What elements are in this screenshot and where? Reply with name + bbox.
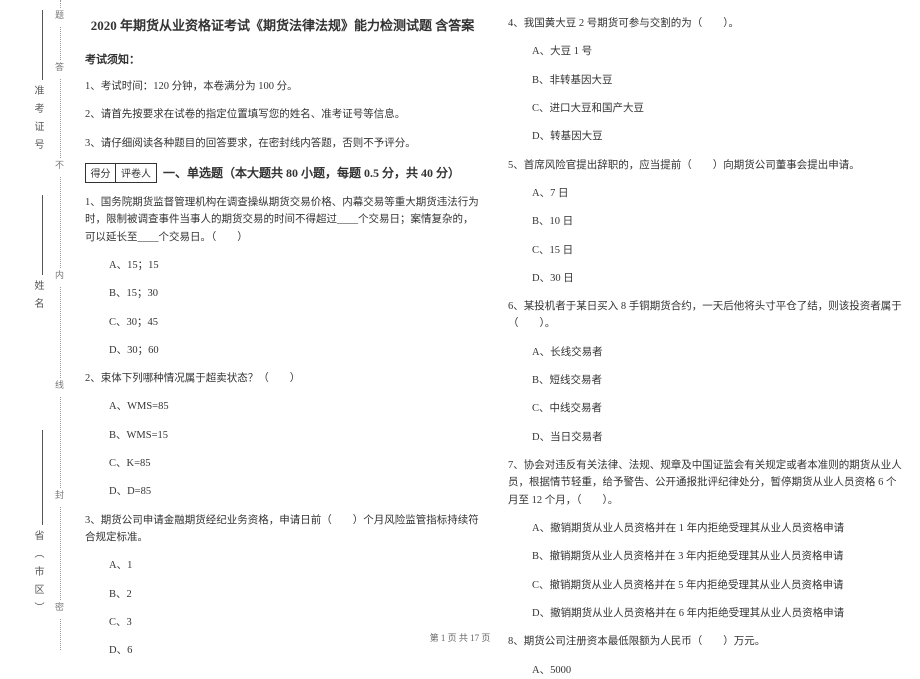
- right-column: 4、我国黄大豆 2 号期货可参与交割的为（ ）。 A、大豆 1 号 B、非转基因…: [508, 15, 903, 679]
- q6-opt-d: D、当日交易者: [508, 429, 903, 446]
- q8-opt-a: A、5000: [508, 662, 903, 679]
- q2-opt-b: B、WMS=15: [85, 427, 480, 444]
- instruction-2: 2、请首先按要求在试卷的指定位置填写您的姓名、准考证号等信息。: [85, 106, 480, 123]
- q3-opt-c: C、3: [85, 614, 480, 631]
- q4-opt-d: D、转基因大豆: [508, 128, 903, 145]
- q5-stem: 5、首席风险官提出辞职的，应当提前（ ）向期货公司董事会提出申请。: [508, 157, 903, 174]
- q6-opt-a: A、长线交易者: [508, 344, 903, 361]
- binding-label-bu: 不: [56, 158, 66, 177]
- side-field-province: 省（市区）: [15, 530, 45, 620]
- side-field-examid: 准考证号: [15, 85, 45, 157]
- score-box: 得分 评卷人: [85, 163, 157, 183]
- q7-opt-c: C、撤销期货从业人员资格并在 5 年内拒绝受理其从业人员资格申请: [508, 577, 903, 594]
- q7-opt-a: A、撤销期货从业人员资格并在 1 年内拒绝受理其从业人员资格申请: [508, 520, 903, 537]
- q3-opt-d: D、6: [85, 642, 480, 659]
- q1-opt-c: C、30；45: [85, 314, 480, 331]
- binding-label-da: 答: [56, 60, 66, 79]
- q1-opt-d: D、30；60: [85, 342, 480, 359]
- instruction-1: 1、考试时间：120 分钟，本卷满分为 100 分。: [85, 78, 480, 95]
- side-underline-name: [42, 195, 43, 275]
- q5-opt-d: D、30 日: [508, 270, 903, 287]
- section-1-heading: 一、单选题（本大题共 80 小题，每题 0.5 分，共 40 分）: [163, 164, 460, 181]
- q6-stem: 6、某投机者于某日买入 8 手铜期货合约，一天后他将头寸平仓了结，则该投资者属于…: [508, 298, 903, 333]
- binding-label-nei: 内: [56, 268, 66, 287]
- q2-opt-c: C、K=85: [85, 455, 480, 472]
- q2-opt-a: A、WMS=85: [85, 398, 480, 415]
- binding-dotted-line: [60, 0, 61, 650]
- q7-stem: 7、协会对违反有关法律、法规、规章及中国证监会有关规定或者本准则的期货从业人员，…: [508, 457, 903, 509]
- binding-label-mi: 密: [56, 600, 66, 619]
- q3-stem: 3、期货公司申请金融期货经纪业务资格，申请日前（ ）个月风险监管指标持续符合规定…: [85, 512, 480, 547]
- score-cell-score: 得分: [86, 164, 116, 182]
- q3-opt-b: B、2: [85, 586, 480, 603]
- binding-label-feng: 封: [56, 488, 66, 507]
- q2-opt-d: D、D=85: [85, 483, 480, 500]
- binding-label-ti: 题: [56, 8, 66, 27]
- q1-opt-b: B、15；30: [85, 285, 480, 302]
- q1-opt-a: A、15；15: [85, 257, 480, 274]
- q4-opt-c: C、进口大豆和国产大豆: [508, 100, 903, 117]
- side-underline-province: [42, 430, 43, 525]
- q6-opt-c: C、中线交易者: [508, 400, 903, 417]
- q1-stem: 1、国务院期货监督管理机构在调查操纵期货交易价格、内幕交易等重大期货违法行为时，…: [85, 194, 480, 246]
- q5-opt-a: A、7 日: [508, 185, 903, 202]
- q7-opt-d: D、撤销期货从业人员资格并在 6 年内拒绝受理其从业人员资格申请: [508, 605, 903, 622]
- page-footer: 第 1 页 共 17 页: [0, 631, 920, 644]
- q5-opt-c: C、15 日: [508, 242, 903, 259]
- exam-title: 2020 年期货从业资格证考试《期货法律法规》能力检测试题 含答案: [85, 15, 480, 34]
- instruction-3: 3、请仔细阅读各种题目的回答要求，在密封线内答题，否则不予评分。: [85, 135, 480, 152]
- q4-stem: 4、我国黄大豆 2 号期货可参与交割的为（ ）。: [508, 15, 903, 32]
- q6-opt-b: B、短线交易者: [508, 372, 903, 389]
- content-area: 2020 年期货从业资格证考试《期货法律法规》能力检测试题 含答案 考试须知： …: [85, 15, 905, 679]
- score-section: 得分 评卷人 一、单选题（本大题共 80 小题，每题 0.5 分，共 40 分）: [85, 163, 480, 183]
- binding-margin: 密 封 线 内 不 答 题 省（市区） 姓名 准考证号: [0, 0, 70, 650]
- q4-opt-b: B、非转基因大豆: [508, 72, 903, 89]
- side-field-name: 姓名: [15, 280, 45, 316]
- left-column: 2020 年期货从业资格证考试《期货法律法规》能力检测试题 含答案 考试须知： …: [85, 15, 480, 679]
- score-cell-grader: 评卷人: [116, 164, 156, 182]
- q4-opt-a: A、大豆 1 号: [508, 43, 903, 60]
- side-underline-examid: [42, 10, 43, 80]
- instructions-heading: 考试须知：: [85, 51, 480, 67]
- binding-label-xian: 线: [56, 378, 66, 397]
- q7-opt-b: B、撤销期货从业人员资格并在 3 年内拒绝受理其从业人员资格申请: [508, 548, 903, 565]
- q3-opt-a: A、1: [85, 557, 480, 574]
- q2-stem: 2、束体下列哪种情况属于超卖状态？（ ）: [85, 370, 480, 387]
- q5-opt-b: B、10 日: [508, 213, 903, 230]
